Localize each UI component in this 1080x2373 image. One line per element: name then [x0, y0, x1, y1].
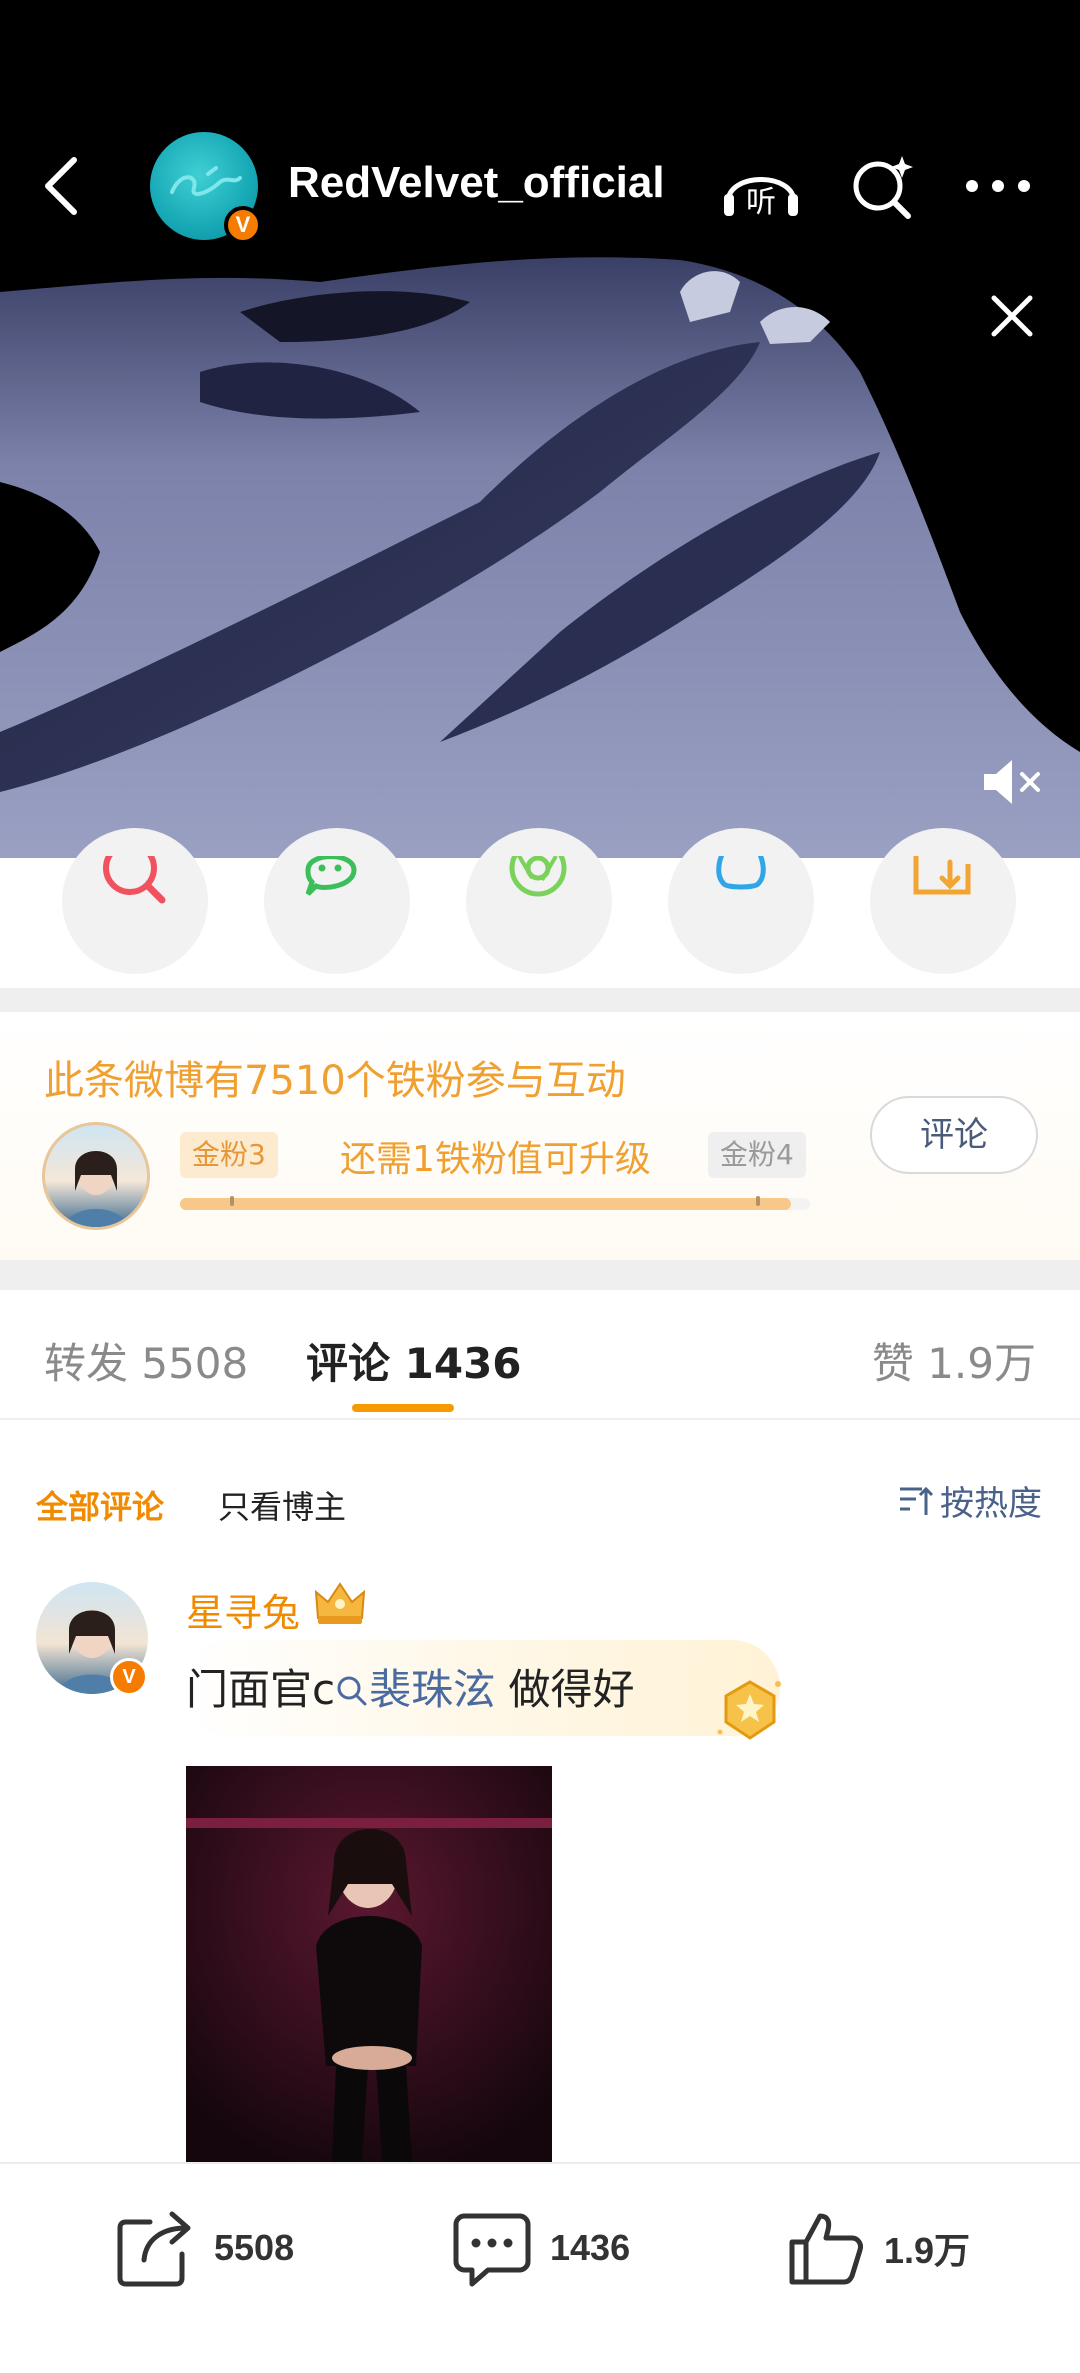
repost-count: 5508 [214, 2227, 295, 2268]
post-tabs: 转发 5508 评论 1436 赞 1.9万 [0, 1290, 1080, 1420]
thumbs-up-icon [789, 2213, 863, 2285]
avatar-portrait [65, 1151, 127, 1227]
comment-icon [453, 2213, 531, 2287]
listen-label: 听 [746, 185, 776, 220]
video-close-button[interactable] [986, 290, 1038, 342]
crown-icon [312, 1578, 368, 1628]
share-targets-row [0, 828, 1080, 988]
fan-upgrade-hint: 还需1铁粉值可升级 [340, 1139, 651, 1180]
back-button[interactable] [34, 150, 90, 222]
close-icon [991, 295, 1033, 337]
sort-button[interactable]: 按热度 [896, 1478, 1042, 1524]
share-wechat[interactable] [264, 828, 410, 974]
repost-icon [117, 2211, 191, 2287]
chevron-left-icon [45, 157, 77, 215]
like-button[interactable]: 1.9万 [786, 2208, 970, 2288]
wechat-icon [305, 856, 357, 896]
verified-badge: V [110, 1658, 148, 1696]
separator [0, 988, 1080, 1012]
fan-level-current: 金粉3 [180, 1132, 278, 1178]
commenter-name[interactable]: 星寻兔 [186, 1582, 300, 1637]
mention-text: 裴珠泫 [369, 1665, 496, 1714]
video-player[interactable] [0, 252, 1080, 858]
share-save[interactable] [870, 828, 1016, 974]
fans-title: 此条微博有7510个铁粉参与互动 [44, 1058, 626, 1104]
tab-repost[interactable]: 转发 5508 [44, 1330, 248, 1391]
comment-count: 1436 [550, 2227, 631, 2268]
fan-progress-fill [180, 1198, 792, 1210]
fan-level-next: 金粉4 [708, 1132, 806, 1178]
share-qq[interactable] [668, 828, 814, 974]
tab-like[interactable]: 赞 1.9万 [872, 1330, 1036, 1391]
more-button[interactable] [962, 160, 1034, 212]
filter-all-comments[interactable]: 全部评论 [36, 1482, 164, 1528]
gem-icon [712, 1672, 788, 1748]
verified-badge: V [224, 206, 262, 244]
account-name[interactable]: RedVelvet_official [288, 158, 665, 208]
listen-button[interactable]: 听 [720, 150, 802, 222]
filter-author-only[interactable]: 只看博主 [218, 1482, 346, 1528]
comment-text-end: 做得好 [495, 1665, 635, 1714]
fans-banner: 此条微博有7510个铁粉参与互动 金粉3 还需1铁粉值可升级 金粉4 评论 [0, 1012, 1080, 1260]
share-moments[interactable] [466, 828, 612, 974]
share-search[interactable] [62, 828, 208, 974]
like-count: 1.9万 [884, 2230, 971, 2271]
search-sparkle-icon [853, 156, 913, 219]
progress-tick [230, 1196, 234, 1206]
mute-button[interactable] [980, 756, 1046, 808]
save-icon [913, 856, 971, 895]
fan-avatar[interactable] [42, 1122, 150, 1230]
comment-filters: 全部评论 只看博主 按热度 [0, 1430, 1080, 1570]
comment-text-start: 门面官c [186, 1665, 336, 1714]
moments-icon [509, 856, 567, 897]
search-icon [103, 856, 166, 904]
tab-comment[interactable]: 评论 1436 [306, 1330, 522, 1391]
comment-image[interactable] [186, 1766, 552, 2162]
comment-text: 门面官c 裴珠泫 做得好 [186, 1656, 634, 1717]
search-icon [337, 1676, 367, 1706]
comment-action-button[interactable]: 1436 [452, 2208, 630, 2288]
comment-item: V 星寻兔 门面官c 裴珠泫 做得好 [0, 1570, 1080, 2162]
top-header: V RedVelvet_official 听 [0, 0, 1080, 252]
mention-link[interactable]: 裴珠泫 [335, 1665, 495, 1714]
headphones-icon: 听 [724, 177, 798, 220]
progress-tick [756, 1196, 760, 1206]
weibo-post-page: V RedVelvet_official 听 此条微博有7510个铁粉参与互动 … [0, 0, 1080, 2373]
repost-button[interactable]: 5508 [116, 2208, 294, 2288]
separator [0, 1260, 1080, 1290]
sort-label: 按热度 [940, 1483, 1042, 1524]
bottom-action-bar: 5508 1436 1.9万 [0, 2162, 1080, 2373]
speaker-muted-icon [984, 760, 1040, 804]
more-dots-icon [966, 180, 1030, 192]
qq-icon [716, 856, 766, 890]
account-avatar[interactable]: V [150, 132, 262, 244]
video-frame [0, 252, 1080, 858]
comment-button[interactable]: 评论 [870, 1096, 1038, 1174]
search-button[interactable] [846, 150, 918, 222]
fan-progress-bar [180, 1196, 810, 1210]
concert-photo [186, 1766, 552, 2162]
sort-icon [900, 1486, 934, 1515]
active-tab-indicator [352, 1404, 454, 1412]
